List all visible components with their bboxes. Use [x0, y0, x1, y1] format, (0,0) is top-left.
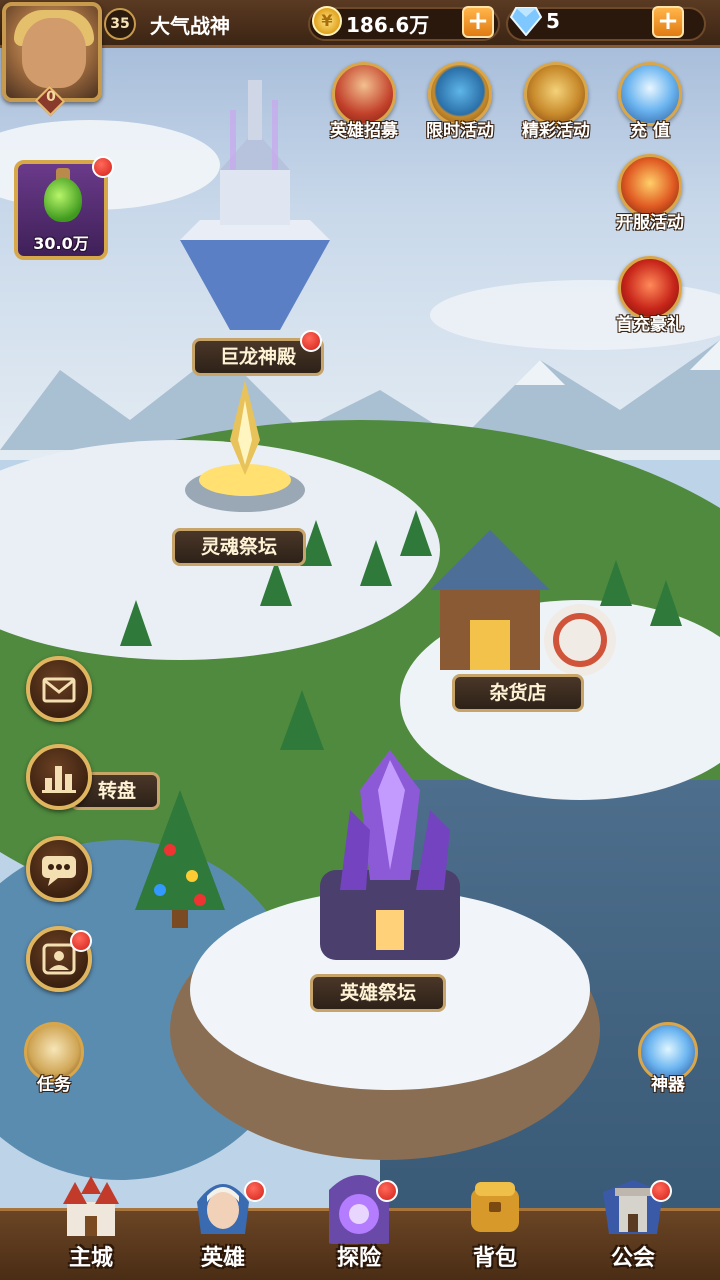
vip-level: 0 [46, 89, 56, 105]
tree [650, 580, 682, 626]
player-level-badge: 35 [104, 8, 136, 40]
player-name: 大气战神 [150, 14, 230, 38]
shop-button[interactable]: 杂货店 [452, 674, 584, 712]
featured-event-label: 精彩活动 [522, 121, 590, 141]
hero-recruit-label: 英雄招募 [330, 121, 398, 141]
first-recharge-gift-label: 首充豪礼 [616, 315, 684, 335]
artifact-label: 神器 [651, 1075, 685, 1095]
notification-dot [300, 330, 322, 352]
nav-backpack[interactable]: 背包 [440, 1168, 550, 1280]
notification-dot [244, 1180, 266, 1202]
artifact-button[interactable]: 神器 [626, 1022, 710, 1102]
chat-button[interactable] [26, 836, 92, 902]
add-gems-button[interactable]: + [652, 6, 684, 38]
soul-altar-building [185, 380, 305, 512]
nav-backpack-label: 背包 [472, 1246, 517, 1271]
mail-icon [42, 677, 76, 703]
ranking-icon [42, 766, 76, 793]
nav-guild-label: 公会 [610, 1246, 655, 1271]
player-avatar[interactable] [2, 2, 102, 102]
featured-event-button[interactable]: 精彩活动 [514, 62, 598, 146]
quest-button[interactable]: 任务 [12, 1022, 96, 1102]
tree [260, 560, 292, 606]
hero-recruit-button[interactable]: 英雄招募 [322, 62, 406, 146]
tree [360, 540, 392, 586]
recharge-button[interactable]: 充 值 [608, 62, 692, 146]
avatar-face [22, 18, 86, 88]
ranking-button[interactable] [26, 744, 92, 810]
server-launch-event-button[interactable]: 开服活动 [608, 154, 692, 238]
tree [120, 600, 152, 646]
hero-altar-building [320, 750, 460, 960]
gold-amount: 186.6万 [346, 13, 430, 37]
limited-event-button[interactable]: 限时活动 [418, 62, 502, 146]
soul-altar-button[interactable]: 灵魂祭坛 [172, 528, 306, 566]
nav-adventure-label: 探险 [336, 1246, 381, 1271]
mail-button[interactable] [26, 656, 92, 722]
limited-event-label: 限时活动 [426, 121, 494, 141]
nav-main-city-label: 主城 [68, 1246, 113, 1271]
add-gold-button[interactable]: + [462, 6, 494, 38]
gem-amount: 5 [546, 9, 560, 33]
nav-guild[interactable]: 公会 [578, 1168, 688, 1280]
nav-adventure[interactable]: 探险 [304, 1168, 414, 1280]
nav-main-city[interactable]: 主城 [36, 1168, 146, 1280]
backpack-icon [471, 1182, 519, 1232]
castle-icon [63, 1176, 119, 1236]
tree [280, 690, 324, 750]
hero-altar-button[interactable]: 英雄祭坛 [310, 974, 446, 1012]
nav-heroes-label: 英雄 [200, 1246, 245, 1271]
green-potion-icon [44, 178, 82, 222]
notification-dot [70, 930, 92, 952]
potion-reward-box[interactable]: 30.0万 [14, 160, 108, 260]
coin-icon: ¥ [312, 6, 342, 36]
notification-dot [650, 1180, 672, 1202]
chat-icon [42, 856, 76, 886]
christmas-tree [135, 790, 225, 928]
notification-dot [376, 1180, 398, 1202]
potion-amount: 30.0万 [33, 234, 89, 253]
first-recharge-gift-button[interactable]: 首充豪礼 [608, 256, 692, 340]
server-launch-event-label: 开服活动 [616, 213, 684, 233]
shop-building [430, 530, 616, 676]
recharge-label: 充 值 [630, 121, 670, 141]
quest-label: 任务 [37, 1075, 71, 1095]
notification-dot [92, 156, 114, 178]
diamond-icon [510, 7, 542, 36]
